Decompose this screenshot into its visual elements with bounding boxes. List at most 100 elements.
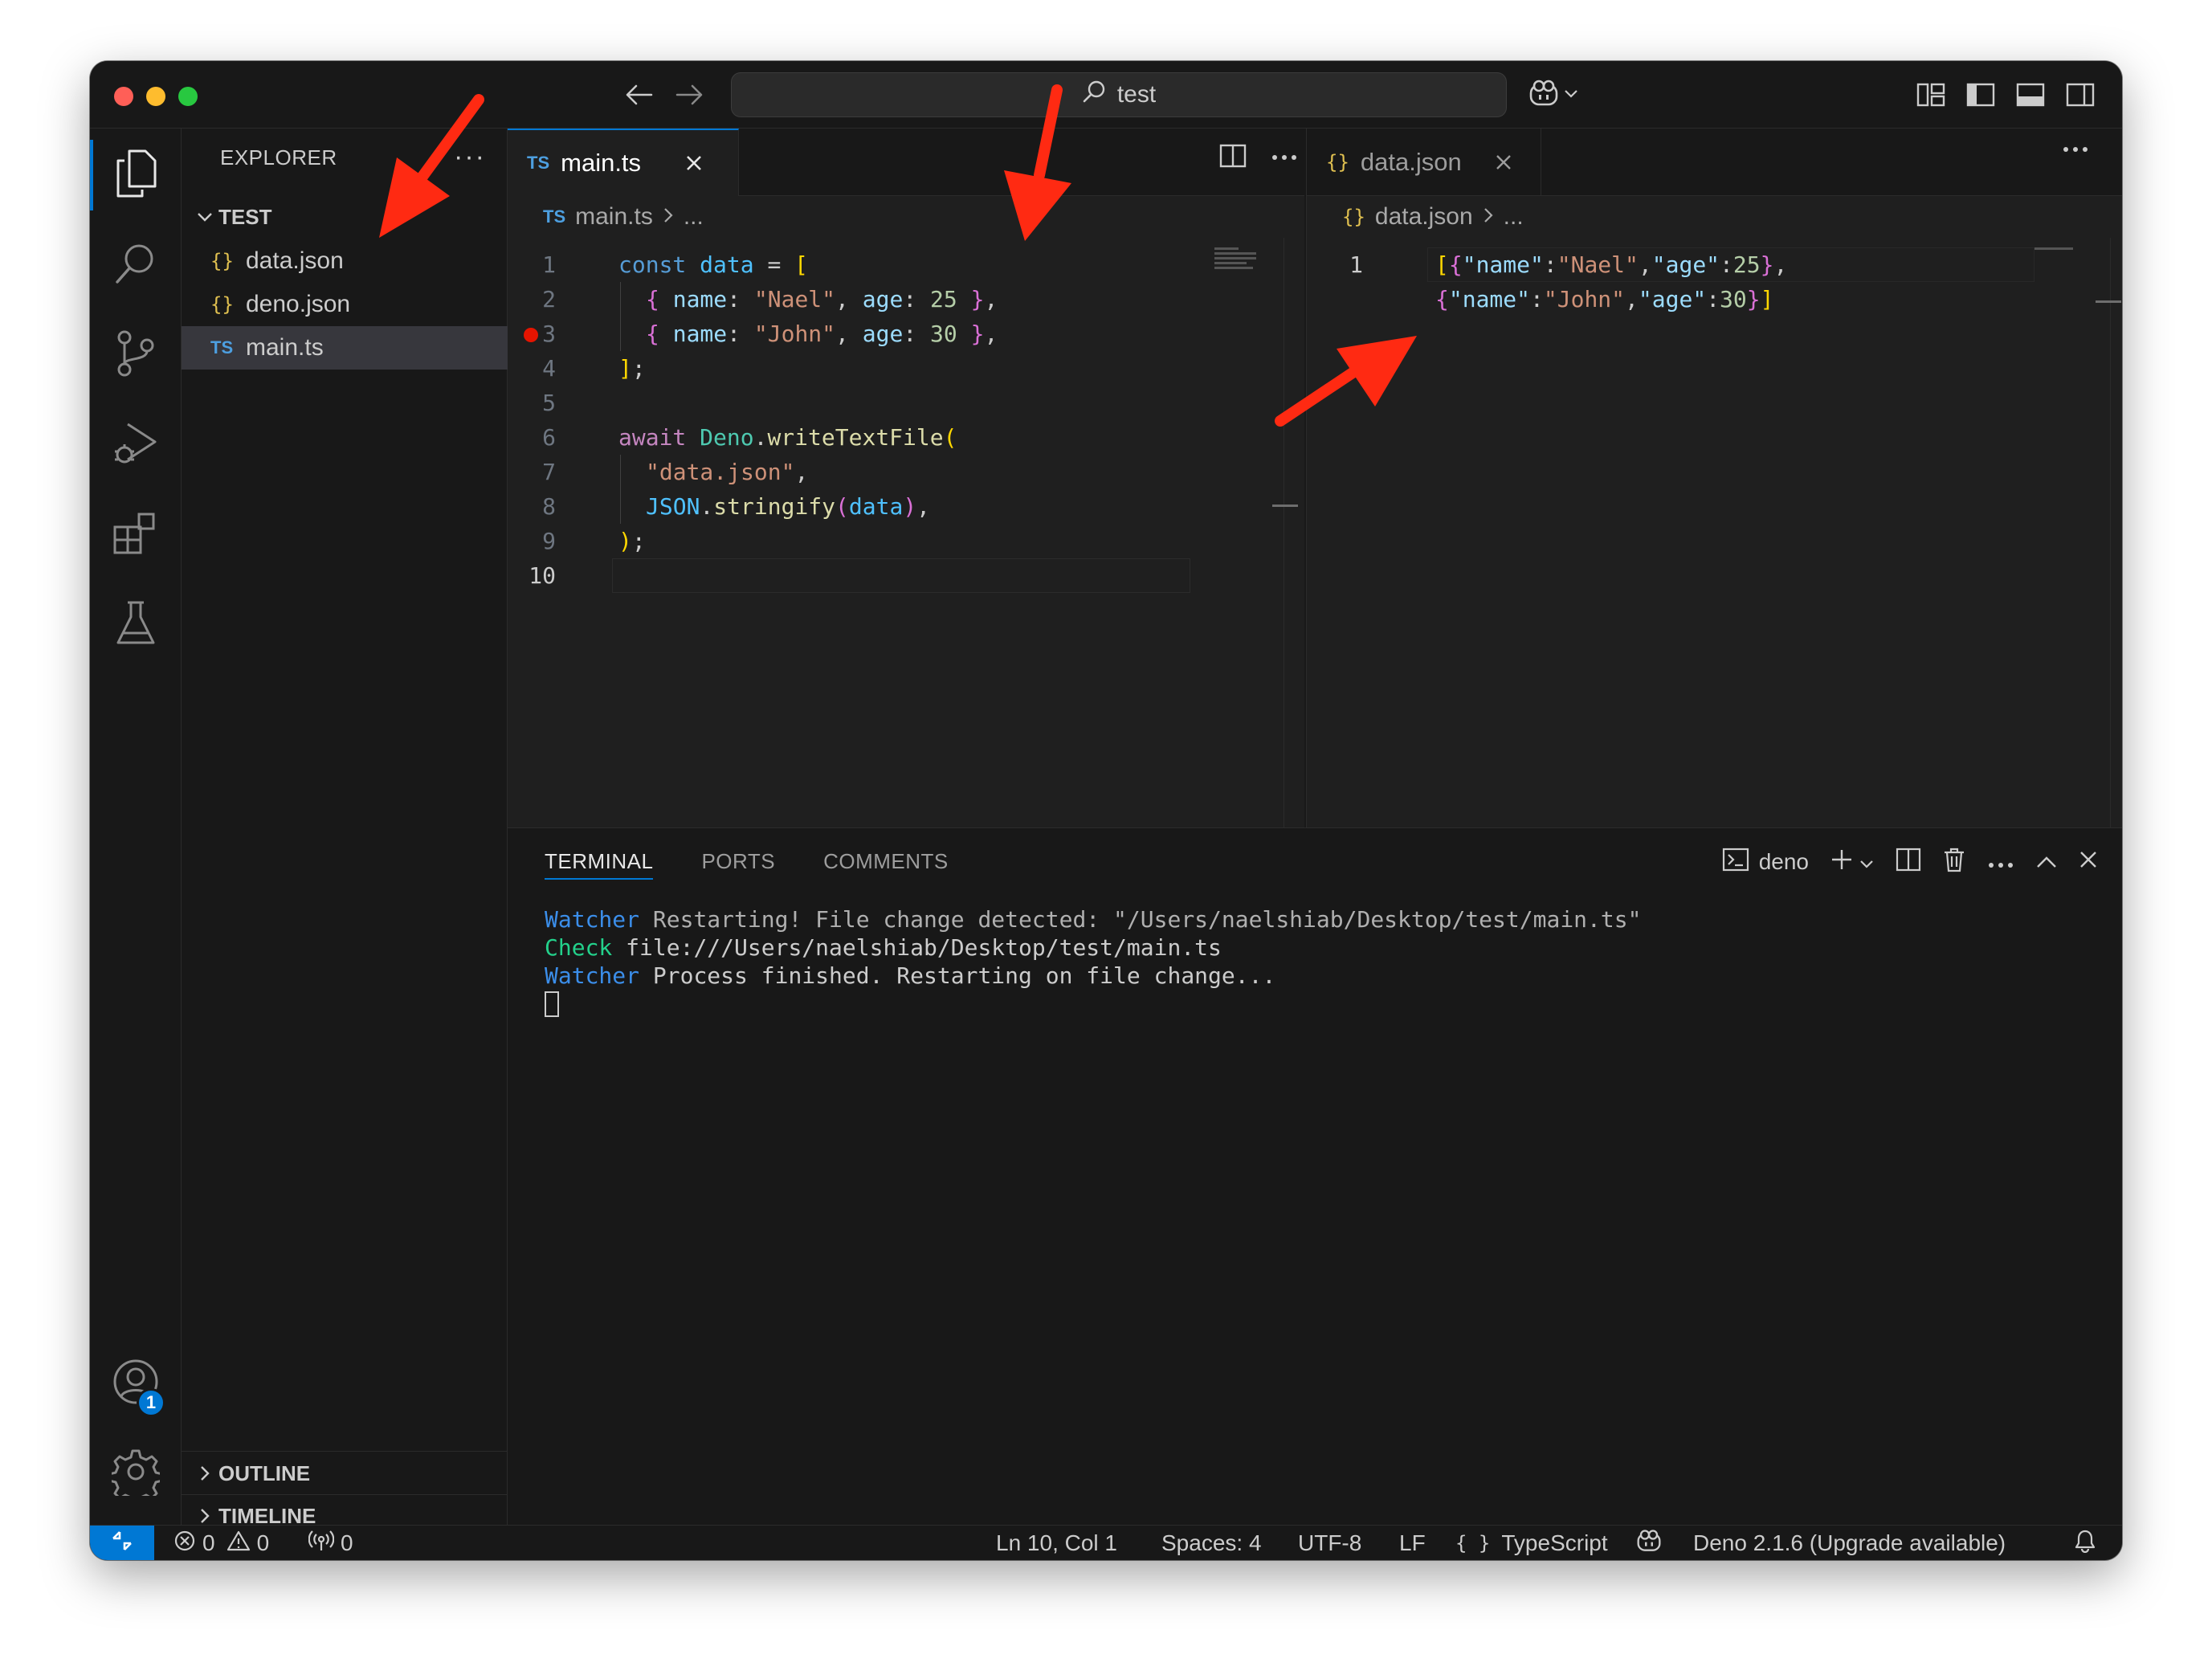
editor-tab-strip: TS main.ts [508, 129, 1304, 196]
back-arrow-icon[interactable] [620, 76, 659, 114]
warning-count: 0 [256, 1530, 270, 1555]
file-item-deno-json[interactable]: {} deno.json [182, 283, 508, 326]
indentation-setting[interactable]: Spaces: 4 [1161, 1526, 1262, 1560]
copilot-icon [1635, 1529, 1663, 1558]
editor-actions [2062, 143, 2089, 157]
deno-status[interactable]: Deno 2.1.6 (Upgrade available) [1693, 1526, 2006, 1560]
tab-label: data.json [1360, 148, 1462, 176]
close-icon[interactable] [2079, 849, 2098, 875]
panel-actions: deno [1722, 844, 2098, 880]
line-number: 4 [542, 355, 556, 382]
command-center-search[interactable]: test [731, 72, 1507, 117]
encoding-setting[interactable]: UTF-8 [1298, 1526, 1361, 1560]
eol-setting[interactable]: LF [1399, 1526, 1426, 1560]
terminal-output[interactable]: Watcher Restarting! File change detected… [545, 905, 1641, 1017]
vscode-window: test 1 EXPLORER ··· TEST {} data.json {}… [90, 61, 2122, 1560]
language-label: TypeScript [1501, 1530, 1608, 1555]
explorer-sidebar: EXPLORER ··· TEST {} data.json {} deno.j… [182, 129, 508, 1528]
close-icon[interactable] [684, 153, 704, 173]
language-mode[interactable]: { } TypeScript [1455, 1526, 1608, 1560]
remote-icon [110, 1529, 134, 1558]
terminal-instance-selector[interactable]: deno [1722, 847, 1809, 878]
maximize-panel-icon[interactable] [2035, 849, 2058, 875]
json-file-icon: {} [210, 293, 234, 316]
activity-explorer[interactable] [90, 130, 182, 220]
customize-layout-icon[interactable] [1913, 77, 1949, 112]
search-icon [113, 241, 158, 290]
activity-run-and-debug[interactable] [90, 400, 182, 490]
trash-icon[interactable] [1942, 847, 1966, 878]
line-number: 1 [542, 251, 556, 278]
file-item-main-ts[interactable]: TS main.ts [182, 326, 508, 370]
toggle-panel-icon[interactable] [2013, 77, 2048, 112]
window-maximize-button[interactable] [178, 87, 198, 106]
source-control-icon [113, 329, 158, 382]
window-close-button[interactable] [114, 87, 133, 106]
remote-indicator-button[interactable] [90, 1526, 154, 1560]
line-number: 3 [542, 321, 556, 347]
activity-search[interactable] [90, 220, 182, 310]
editor-group-data-json: {} data.json {} data.json ... 1 [{"name"… [1306, 129, 2122, 827]
tab-data-json[interactable]: {} data.json [1307, 129, 1541, 196]
toggle-secondary-sidebar-icon[interactable] [2063, 77, 2098, 112]
terminal-icon [1722, 847, 1749, 878]
typescript-file-icon: TS [210, 337, 234, 357]
copilot-icon [1528, 79, 1560, 112]
tab-ports[interactable]: PORTS [701, 828, 775, 894]
split-editor-icon[interactable] [1219, 143, 1247, 173]
tab-comments[interactable]: COMMENTS [823, 828, 949, 894]
activity-source-control[interactable] [90, 310, 182, 400]
cursor-position[interactable]: Ln 10, Col 1 [996, 1526, 1117, 1560]
close-icon[interactable] [1494, 153, 1513, 172]
json-file-icon: {} [1342, 206, 1365, 228]
tab-terminal[interactable]: TERMINAL [545, 828, 654, 894]
toggle-sidebar-icon[interactable] [1963, 77, 1998, 112]
plus-icon [1830, 848, 1854, 877]
tab-main-ts[interactable]: TS main.ts [508, 129, 739, 196]
breadcrumb-symbol[interactable]: ... [684, 203, 704, 231]
problems-indicator[interactable]: 0 0 [173, 1526, 269, 1560]
activity-extensions[interactable] [90, 490, 182, 580]
breadcrumb: TS main.ts ... [508, 196, 1304, 238]
notifications-bell[interactable] [2074, 1526, 2096, 1560]
accounts-badge: 1 [137, 1388, 165, 1417]
line-number: 7 [542, 459, 556, 485]
chevron-down-icon [1563, 88, 1579, 103]
breadcrumb-symbol[interactable]: ... [1504, 203, 1524, 231]
ports-indicator[interactable]: 0 [308, 1526, 353, 1560]
chevron-right-icon [182, 1507, 218, 1525]
explorer-more-actions-button[interactable]: ··· [454, 141, 486, 173]
more-actions-icon[interactable] [1271, 151, 1298, 165]
minimap[interactable] [2034, 247, 2075, 275]
breadcrumb-file[interactable]: main.ts [575, 203, 653, 231]
outline-section-header[interactable]: OUTLINE [182, 1452, 508, 1494]
terminal-name: deno [1758, 849, 1809, 874]
outline-label: OUTLINE [218, 1460, 311, 1485]
file-item-data-json[interactable]: {} data.json [182, 239, 508, 283]
indent-guide [620, 455, 621, 524]
divider [182, 1451, 508, 1452]
terminal-line: Watcher Process finished. Restarting on … [545, 962, 1276, 989]
braces-icon: { } [1455, 1532, 1491, 1554]
more-actions-icon[interactable] [1987, 849, 2014, 875]
activity-testing[interactable] [90, 580, 182, 670]
activity-accounts[interactable]: 1 [90, 1338, 182, 1428]
forward-arrow-icon[interactable] [670, 76, 708, 114]
activity-manage[interactable] [90, 1428, 182, 1518]
copilot-menu-button[interactable] [1528, 74, 1592, 116]
minimap[interactable] [1214, 247, 1259, 275]
warning-icon [227, 1530, 251, 1558]
more-actions-icon[interactable] [2062, 143, 2089, 157]
command-center-label: test [1116, 81, 1157, 108]
breadcrumb-file[interactable]: data.json [1375, 203, 1473, 231]
new-terminal-button[interactable] [1830, 848, 1875, 877]
window-minimize-button[interactable] [146, 87, 165, 106]
bell-icon [2074, 1529, 2096, 1558]
current-line-highlight [612, 558, 1190, 593]
folder-test-header[interactable]: TEST [182, 196, 508, 238]
split-terminal-icon[interactable] [1896, 848, 1921, 877]
json-file-icon: {} [1326, 151, 1349, 174]
copilot-status[interactable] [1635, 1526, 1663, 1560]
editor-scrollbar[interactable] [2110, 238, 2111, 827]
scrollbar-cursor-marker [1272, 505, 1298, 507]
